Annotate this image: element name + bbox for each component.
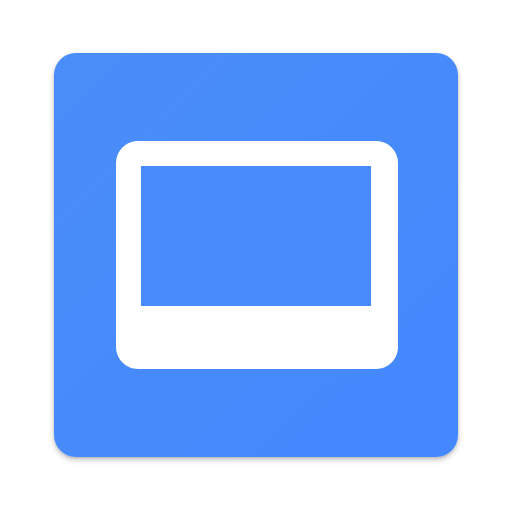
launcher-canvas bbox=[0, 0, 512, 512]
monitor-screen bbox=[141, 166, 371, 306]
app-icon[interactable] bbox=[54, 53, 458, 457]
monitor-icon bbox=[116, 141, 398, 369]
